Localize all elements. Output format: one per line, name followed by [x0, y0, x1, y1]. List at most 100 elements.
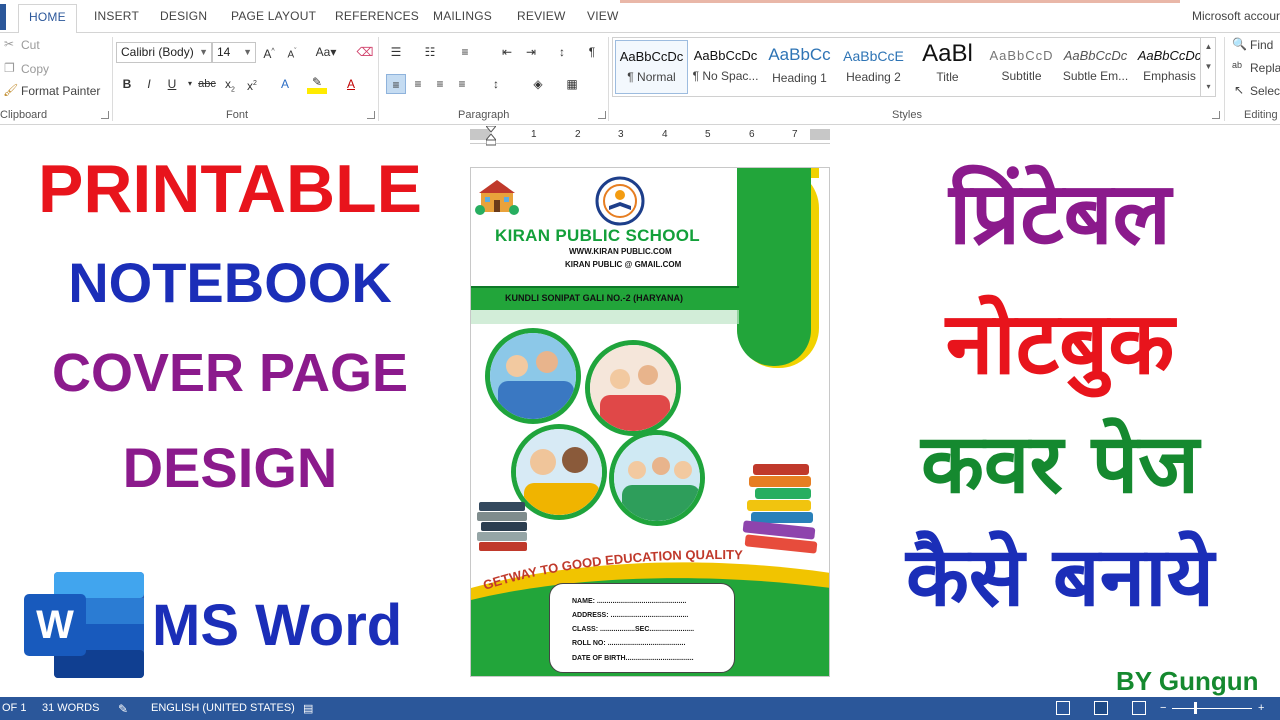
font-size-combo[interactable]: 14 ▼: [212, 42, 256, 63]
numbering-icon[interactable]: ☷: [420, 42, 440, 62]
text-effects-icon[interactable]: A: [275, 74, 295, 94]
underline-icon[interactable]: U: [162, 74, 182, 94]
style-subtitle[interactable]: AaBbCcD Subtitle: [985, 40, 1058, 94]
school-building-icon: [475, 180, 519, 215]
document-page[interactable]: KIRAN PUBLIC SCHOOL WWW.KIRAN PUBLIC.COM…: [470, 167, 830, 677]
copy-button[interactable]: Copy: [21, 62, 49, 76]
strikethrough-icon[interactable]: abc: [197, 74, 217, 94]
highlight-icon[interactable]: ✎: [307, 72, 327, 92]
zoom-in-icon[interactable]: +: [1258, 702, 1264, 714]
class-field[interactable]: CLASS: ..................SEC............…: [572, 626, 694, 633]
tab-references[interactable]: REFERENCES: [335, 9, 419, 23]
styles-label: Styles: [892, 109, 922, 121]
increase-indent-icon[interactable]: ⇥: [521, 42, 541, 62]
macro-icon[interactable]: ▤: [303, 702, 313, 715]
justify-icon[interactable]: ≡: [452, 74, 472, 94]
pilcrow-icon[interactable]: ¶: [582, 42, 602, 62]
align-center-icon[interactable]: ≡: [408, 74, 428, 94]
tab-view[interactable]: VIEW: [587, 9, 618, 23]
proofing-icon[interactable]: ✎: [118, 702, 128, 716]
zoom-slider-thumb[interactable]: [1194, 702, 1197, 714]
paragraph-launcher-icon[interactable]: [598, 111, 606, 119]
clear-formatting-icon[interactable]: ⌫: [355, 42, 375, 62]
superscript-icon[interactable]: x2: [242, 74, 262, 94]
styles-gallery[interactable]: AaBbCcDc ¶ Normal AaBbCcDc ¶ No Spac... …: [612, 37, 1216, 97]
tab-home[interactable]: HOME: [18, 4, 77, 34]
replace-icon: ab: [1232, 60, 1243, 70]
ruler-number: 1: [531, 129, 537, 140]
grow-font-icon[interactable]: A^: [259, 42, 279, 62]
select-button[interactable]: Selec: [1250, 84, 1280, 98]
style-name: ¶ No Spac...: [692, 69, 759, 83]
web-layout-icon[interactable]: [1132, 701, 1146, 715]
zoom-out-icon[interactable]: −: [1160, 702, 1166, 714]
status-bar: OF 1 31 WORDS ✎ ENGLISH (UNITED STATES) …: [0, 697, 1280, 720]
tab-page-layout[interactable]: PAGE LAYOUT: [231, 9, 316, 23]
bullets-icon[interactable]: ☰: [386, 42, 406, 62]
align-left-icon[interactable]: ≡: [386, 74, 406, 94]
format-painter-button[interactable]: Format Painter: [21, 84, 100, 98]
style-heading-2[interactable]: AaBbCcE Heading 2: [837, 40, 910, 94]
indent-marker-icon[interactable]: [486, 126, 496, 146]
ruler-number: 3: [618, 129, 624, 140]
horizontal-ruler[interactable]: 1 2 3 4 5 6 7: [470, 126, 830, 146]
replace-button[interactable]: Replac: [1250, 61, 1280, 75]
read-mode-icon[interactable]: [1056, 701, 1070, 715]
font-name-combo[interactable]: Calibri (Body) ▼: [116, 42, 212, 63]
borders-icon[interactable]: ▦: [562, 74, 582, 94]
style-preview: AaBl: [922, 40, 973, 67]
address-bar: KUNDLI SONIPAT GALI NO.-2 (HARYANA): [471, 286, 739, 310]
style-subtle-emphasis[interactable]: AaBbCcDc Subtle Em...: [1059, 40, 1132, 94]
italic-icon[interactable]: I: [139, 74, 159, 94]
style-preview: AaBbCcDc: [619, 49, 684, 64]
tab-review[interactable]: REVIEW: [517, 9, 566, 23]
title-line-design: DESIGN: [122, 436, 338, 499]
zoom-slider[interactable]: [1172, 708, 1252, 709]
change-case-icon[interactable]: Aa▾: [312, 42, 340, 62]
address-field[interactable]: ADDRESS: ...............................…: [572, 612, 688, 619]
sort-icon[interactable]: ↕: [552, 42, 572, 62]
cut-button[interactable]: Cut: [21, 38, 40, 52]
styles-launcher-icon[interactable]: [1212, 111, 1220, 119]
multilevel-list-icon[interactable]: ≡: [455, 42, 475, 62]
hindi-line-cover-page: कवर पेज: [920, 417, 1200, 512]
font-launcher-icon[interactable]: [367, 111, 375, 119]
bold-icon[interactable]: B: [117, 74, 137, 94]
style-heading-1[interactable]: AaBbCc Heading 1: [763, 40, 836, 94]
chevron-down-icon[interactable]: ▼: [1201, 57, 1216, 77]
page-count[interactable]: OF 1: [2, 702, 26, 714]
more-styles-icon[interactable]: ▾: [1201, 77, 1216, 97]
language-status[interactable]: ENGLISH (UNITED STATES): [151, 702, 295, 714]
style-title[interactable]: AaBl Title: [911, 40, 984, 94]
ruler-number: 2: [575, 129, 581, 140]
align-right-icon[interactable]: ≡: [430, 74, 450, 94]
file-tab[interactable]: [0, 4, 6, 30]
find-button[interactable]: Find: [1250, 38, 1273, 52]
subscript-icon[interactable]: x2: [220, 74, 240, 94]
tab-design[interactable]: DESIGN: [160, 9, 207, 23]
font-color-icon[interactable]: A: [341, 74, 361, 94]
line-spacing-icon[interactable]: ↕: [486, 74, 506, 94]
print-layout-icon[interactable]: [1094, 701, 1108, 715]
tab-insert[interactable]: INSERT: [94, 9, 139, 23]
dob-field[interactable]: DATE OF BIRTH...........................…: [572, 655, 694, 662]
tab-mailings[interactable]: MAILINGS: [433, 9, 492, 23]
shrink-font-icon[interactable]: Aˇ: [282, 42, 302, 62]
student-info-box[interactable]: NAME: ..................................…: [549, 583, 735, 673]
styles-scrollbar[interactable]: ▲ ▼ ▾: [1200, 37, 1216, 97]
word-count[interactable]: 31 WORDS: [42, 702, 99, 714]
name-field[interactable]: NAME: ..................................…: [572, 598, 686, 605]
style-normal[interactable]: AaBbCcDc ¶ Normal: [615, 40, 688, 94]
decrease-indent-icon[interactable]: ⇤: [497, 42, 517, 62]
style-no-spacing[interactable]: AaBbCcDc ¶ No Spac...: [689, 40, 762, 94]
style-emphasis[interactable]: AaBbCcDc Emphasis: [1133, 40, 1206, 94]
chevron-up-icon[interactable]: ▲: [1201, 37, 1216, 57]
ribbon-tab-bar: HOME INSERT DESIGN PAGE LAYOUT REFERENCE…: [0, 0, 1280, 34]
byline: BY Gungun: [1116, 666, 1259, 696]
school-name: KIRAN PUBLIC SCHOOL: [495, 226, 700, 245]
shading-icon[interactable]: ◈: [528, 74, 548, 94]
clipboard-launcher-icon[interactable]: [101, 111, 109, 119]
ribbon-home: ✂ Cut ❐ Copy 🖌 Format Painter Clipboard …: [0, 33, 1280, 125]
roll-no-field[interactable]: ROLL NO: ...............................…: [572, 640, 685, 647]
account-name[interactable]: Microsoft accour: [1192, 9, 1280, 23]
